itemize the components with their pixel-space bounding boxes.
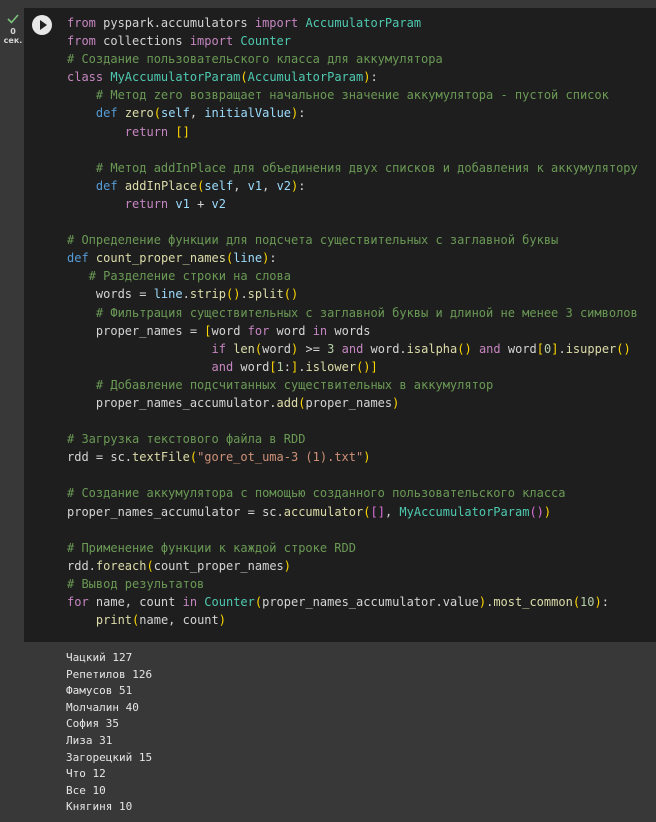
output-line: Фамусов 51 [66, 684, 133, 698]
code-line: # Загрузка текстового файла в RDD [67, 432, 306, 447]
check-icon [7, 14, 19, 24]
output-line: Что 12 [66, 767, 106, 781]
code-line: proper_names_accumulator = sc.accumulato… [67, 504, 552, 519]
code-line: ​ [67, 141, 638, 159]
code-line: # Метод addInPlace для объединения двух … [95, 160, 638, 175]
code-line: # Фильтрация существительных с заглавной… [95, 305, 638, 320]
code-line: # Создание аккумулятора с помощью создан… [67, 486, 566, 501]
code-line: rdd = sc.textFile("gore_ot_uma-3 (1).txt… [67, 450, 371, 465]
execution-time-unit: сек. [3, 36, 23, 45]
code-line: words = line.strip().split() [67, 287, 299, 302]
output-line: Княгиня 10 [66, 800, 133, 814]
code-line: def zero(self, initialValue): [95, 106, 306, 121]
code-line: # Создание пользовательского класса для … [67, 52, 443, 67]
cell-output: Чацкий 127 Репетилов 126 Фамусов 51 Молчали… [66, 650, 152, 816]
code-line: # Применение функции к каждой строке RDD [67, 540, 356, 555]
code-line: return [] [124, 124, 190, 139]
output-line: Молчалин 40 [66, 700, 139, 714]
code-line: proper_names_accumulator.add(proper_name… [67, 395, 400, 410]
output-line: Репетилов 126 [66, 667, 153, 681]
output-line: Загорецкий 15 [66, 750, 153, 764]
output-line: София 35 [66, 717, 119, 731]
code-line: ​ [67, 412, 638, 430]
execution-time: 0 сек. [1, 27, 25, 45]
code-cell[interactable]: from pyspark.accumulators import Accumul… [24, 8, 656, 642]
code-line: if len(word) >= 3 and word.isalpha() and… [211, 341, 631, 356]
code-line: ​ [67, 213, 638, 231]
code-line: print(name, count) [95, 613, 226, 628]
code-line: proper_names = [word for word in words [67, 323, 371, 338]
code-line: # Метод zero возвращает начальное значен… [95, 88, 609, 103]
notebook-page: 0 сек. from pyspark.accumulators import A… [0, 0, 656, 822]
run-cell-button[interactable] [32, 15, 52, 35]
code-line: for name, count in Counter(proper_names_… [67, 595, 609, 609]
code-line: rdd.foreach(count_proper_names) [67, 558, 291, 573]
code-line: and word[1:].islower()] [211, 359, 378, 374]
code-line: # Определение функции для подсчета сущес… [67, 233, 559, 248]
code-line: # Добавление подсчитанных существительны… [95, 377, 494, 392]
output-line: Лиза 31 [66, 733, 113, 747]
code-line: class MyAccumulatorParam(AccumulatorPara… [67, 70, 378, 85]
code-line: # Вывод результатов [67, 576, 205, 591]
code-line: def count_proper_names(line): [67, 251, 277, 266]
output-line: Чацкий 127 [66, 651, 133, 664]
code-line: return v1 + v2 [124, 196, 226, 211]
output-line: Все 10 [66, 783, 106, 797]
code-editor[interactable]: from pyspark.accumulators import Accumul… [67, 14, 638, 629]
code-line: ​ [67, 521, 638, 539]
code-line: def addInPlace(self, v1, v2): [95, 178, 306, 193]
cell-gutter: 0 сек. [0, 0, 26, 822]
code-line: # Разделение строки на слова [88, 269, 291, 284]
code-line: from pyspark.accumulators import Accumul… [67, 16, 422, 30]
code-line: from collections import Counter [67, 34, 291, 49]
execution-time-value: 0 [10, 27, 16, 36]
code-line: ​ [67, 466, 638, 484]
